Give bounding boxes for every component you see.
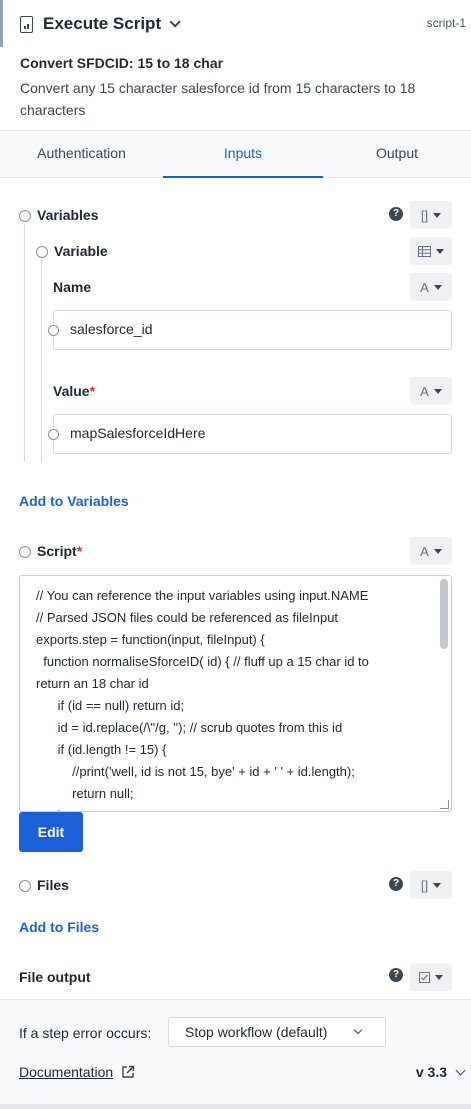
external-link-icon[interactable] [121,1065,135,1079]
name-type-button[interactable]: A [410,273,452,301]
value-field-value: mapSalesforceIdHere [70,425,206,441]
script-editor[interactable]: // You can reference the input variables… [19,575,452,812]
code-line: return an 18 char id [36,676,149,691]
files-type-button[interactable]: [] [410,871,452,899]
variables-type-button[interactable]: [] [410,201,452,229]
step-description[interactable]: Convert any 15 character salesforce id f… [20,77,440,121]
caret-down-icon [433,212,442,218]
tab-authentication[interactable]: Authentication [0,131,163,178]
variable-label: Variable [54,243,108,259]
edit-script-button[interactable]: Edit [19,812,83,852]
required-mark: * [89,383,96,399]
step-title-dropdown[interactable]: Execute Script [20,12,181,36]
text-type-icon: A [420,383,429,399]
error-handling-select[interactable]: Stop workflow (default) [168,1017,386,1047]
add-to-files-link[interactable]: Add to Files [19,919,99,935]
code-line: if (id.length != 15) { [36,742,167,757]
code-line: function normaliseSforceID( id) { // flu… [36,654,369,669]
name-field[interactable]: salesforce_id [48,310,452,350]
value-label: Value* [53,383,95,399]
step-name[interactable]: Convert SFDCID: 15 to 18 char [20,55,223,71]
help-icon[interactable]: ? [389,877,403,891]
tree-line [41,260,42,462]
value-field-radio[interactable] [48,429,59,440]
code-line: id = id.replace(/\"/g, ''); // scrub quo… [36,720,343,735]
variables-radio[interactable] [19,210,31,222]
caret-down-icon [435,974,443,980]
resize-grip-icon[interactable] [440,800,449,809]
code-line: //print('well, id is not 15, bye' + id +… [36,764,355,779]
checkbox-icon [419,971,430,983]
code-line: exports.step = function(input, fileInput… [36,632,265,647]
tab-bar: Authentication Inputs Output [0,130,471,178]
bottom-bar [0,1104,471,1109]
script-doc-icon [20,15,33,33]
help-icon[interactable]: ? [389,968,403,982]
code-line: } [36,805,436,811]
documentation-link[interactable]: Documentation [19,1064,113,1080]
tab-inputs[interactable]: Inputs [163,131,323,178]
code-line: // You can reference the input variables… [36,588,369,603]
value-label-text: Value [53,383,90,399]
script-id: script-1 [426,16,466,30]
chevron-down-icon [353,1025,363,1035]
code-line: return null; [36,786,134,801]
caret-down-icon [433,548,442,554]
text-type-icon: A [420,279,429,295]
script-label: Script* [37,543,82,559]
required-mark: * [76,543,83,559]
table-icon [418,245,431,257]
text-type-icon: A [420,543,429,559]
error-handling-value: Stop workflow (default) [185,1024,328,1040]
file-output-type-button[interactable] [410,963,452,991]
caret-down-icon [433,284,442,290]
brackets-icon: [] [420,877,429,893]
chevron-down-icon[interactable] [455,1065,466,1076]
script-scrollbar[interactable] [440,579,448,649]
variable-radio[interactable] [36,246,48,258]
name-label: Name [53,279,92,295]
caret-down-icon [433,882,442,888]
files-label: Files [37,877,69,893]
error-handling-label: If a step error occurs: [19,1025,152,1041]
variables-label: Variables [37,207,99,223]
add-to-variables-link[interactable]: Add to Variables [19,493,129,509]
script-radio[interactable] [19,546,31,558]
script-type-button[interactable]: A [410,537,452,565]
files-radio[interactable] [19,880,31,892]
version-selector[interactable]: v 3.3 [416,1064,447,1080]
caret-down-icon [433,388,442,394]
tab-output[interactable]: Output [323,131,471,178]
name-field-value: salesforce_id [70,321,153,337]
chevron-down-icon [169,16,181,28]
code-line: // Parsed JSON files could be referenced… [36,610,339,625]
tree-line [24,224,25,462]
help-icon[interactable]: ? [389,207,403,221]
script-code: // You can reference the input variables… [36,585,436,811]
variable-type-button[interactable] [410,237,452,265]
step-header: Execute Script script-1 Convert SFDCID: … [0,0,471,130]
step-footer: If a step error occurs: Stop workflow (d… [0,999,471,1109]
file-output-label: File output [19,969,91,985]
name-field-radio[interactable] [48,325,59,336]
step-title: Execute Script [43,14,162,33]
caret-down-icon [436,248,444,254]
brackets-icon: [] [420,207,429,223]
code-line: if (id == null) return id; [36,698,185,713]
script-label-text: Script [37,543,77,559]
value-type-button[interactable]: A [410,377,452,405]
value-field[interactable]: mapSalesforceIdHere [48,414,452,454]
